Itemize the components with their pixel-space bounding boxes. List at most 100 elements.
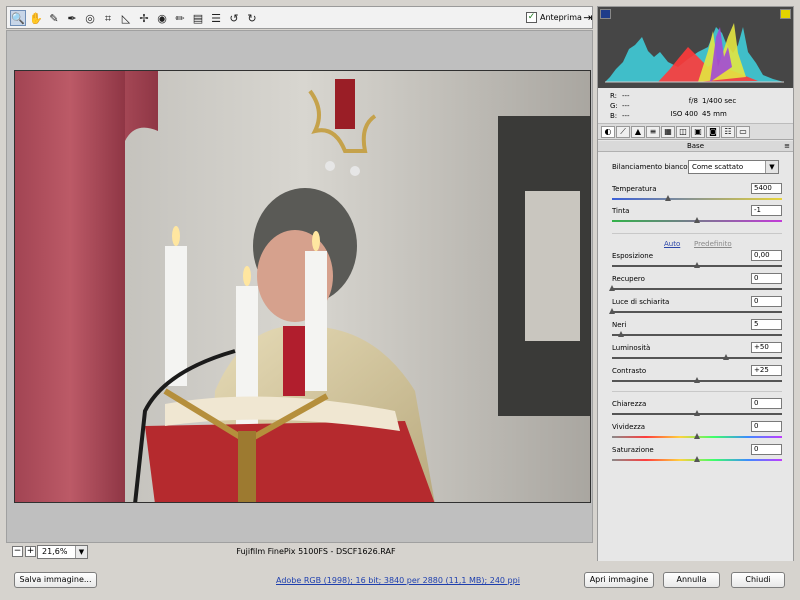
panel-tabs: ◐ ⟋ ▲ ≡ ▦ ◫ ▣ ◙ ☷ ▭ <box>598 124 793 140</box>
fill-light-value-field[interactable]: 0 <box>751 296 782 307</box>
spot-removal-icon[interactable]: ✢ <box>136 10 152 26</box>
contrast-label: Contrasto <box>612 367 647 375</box>
blacks-label: Neri <box>612 321 627 329</box>
blacks-slider-track[interactable] <box>612 334 782 336</box>
graduated-filter-icon[interactable]: ▤ <box>190 10 206 26</box>
tab-effects[interactable]: ▣ <box>691 126 705 138</box>
temperature-label: Temperatura <box>612 185 657 193</box>
cancel-button[interactable]: Annulla <box>663 572 720 588</box>
saturation-control: Saturazione 0 <box>612 444 782 464</box>
camera-filename: Fujifilm FinePix 5100FS - DSCF1626.RAF <box>236 547 396 556</box>
open-image-button[interactable]: Apri immagine <box>584 572 654 588</box>
workflow-options-link[interactable]: Adobe RGB (1998); 16 bit; 3840 per 2880 … <box>276 576 520 585</box>
straighten-icon[interactable]: ◺ <box>118 10 134 26</box>
preferences-icon[interactable]: ☰ <box>208 10 224 26</box>
tab-basic[interactable]: ◐ <box>601 126 615 138</box>
vibrance-slider-thumb[interactable] <box>694 433 701 440</box>
tint-control: Tinta -1 <box>612 205 782 225</box>
blacks-slider-thumb[interactable] <box>617 331 625 338</box>
temperature-control: Temperatura 5400 <box>612 183 782 203</box>
zoom-in-button[interactable]: + <box>25 546 36 557</box>
blue-label: B: <box>610 112 618 120</box>
shadow-clipping-warning-icon[interactable] <box>600 9 611 19</box>
tint-slider-thumb[interactable] <box>694 217 701 224</box>
tab-lens-corrections[interactable]: ◫ <box>676 126 690 138</box>
preview-toggle[interactable]: ✓ Anteprima <box>526 12 582 23</box>
crop-icon[interactable]: ⌗ <box>100 10 116 26</box>
clarity-control: Chiarezza 0 <box>612 398 782 418</box>
close-button[interactable]: Chiudi <box>731 572 785 588</box>
highlight-clipping-warning-icon[interactable] <box>780 9 791 19</box>
contrast-slider-thumb[interactable] <box>694 377 701 384</box>
exposure-control: Esposizione 0,00 <box>612 250 782 270</box>
vibrance-value-field[interactable]: 0 <box>751 421 782 432</box>
hand-icon[interactable]: ✋ <box>28 10 44 26</box>
recovery-control: Recupero 0 <box>609 273 782 293</box>
recovery-slider-thumb[interactable] <box>609 285 616 292</box>
white-balance-value: Come scattato <box>692 163 744 171</box>
red-eye-icon[interactable]: ◉ <box>154 10 170 26</box>
tab-hsl[interactable]: ≡ <box>646 126 660 138</box>
brightness-value-field[interactable]: +50 <box>751 342 782 353</box>
photo-preview[interactable] <box>14 70 591 503</box>
adjustment-brush-icon[interactable]: ✏ <box>172 10 188 26</box>
preview-checkbox[interactable]: ✓ <box>526 12 537 23</box>
exposure-label: Esposizione <box>612 252 654 260</box>
fill-light-control: Luce di schiarita 0 <box>609 296 782 316</box>
zoom-out-button[interactable]: − <box>12 546 23 557</box>
target-adjustment-icon[interactable]: ◎ <box>82 10 98 26</box>
temperature-value-field[interactable]: 5400 <box>751 183 782 194</box>
brightness-slider-track[interactable] <box>612 357 782 359</box>
tint-value-field[interactable]: -1 <box>751 205 782 216</box>
vibrance-label: Vividezza <box>612 423 646 431</box>
fill-light-slider-track[interactable] <box>612 311 782 313</box>
focal-length-value: 45 mm <box>702 110 727 118</box>
tab-snapshots[interactable]: ▭ <box>736 126 750 138</box>
tab-presets[interactable]: ☷ <box>721 126 735 138</box>
green-value: --- <box>622 102 630 110</box>
temperature-slider-thumb[interactable] <box>665 195 672 202</box>
preview-label: Anteprima <box>540 13 582 22</box>
zoom-level-select[interactable]: 21,6% ▼ <box>37 545 88 559</box>
blacks-value-field[interactable]: 5 <box>751 319 782 330</box>
contrast-value-field[interactable]: +25 <box>751 365 782 376</box>
saturation-slider-thumb[interactable] <box>694 456 701 463</box>
saturation-value-field[interactable]: 0 <box>751 444 782 455</box>
section-title: Base <box>686 142 705 150</box>
color-sampler-icon[interactable]: ✒ <box>64 10 80 26</box>
recovery-slider-track[interactable] <box>612 288 782 290</box>
camera-raw-window: 🔍 ✋ ✎ ✒ ◎ ⌗ ◺ ✢ ◉ ✏ ▤ ☰ ↺ ↻ ✓ Anteprima ⇥ <box>0 0 800 600</box>
info-readouts: R: --- G: --- B: --- f/8 1/400 sec ISO 400 45… <box>598 88 793 124</box>
brightness-slider-thumb[interactable] <box>722 354 730 361</box>
tab-split-toning[interactable]: ▦ <box>661 126 675 138</box>
clarity-value-field[interactable]: 0 <box>751 398 782 409</box>
auto-link[interactable]: Auto <box>664 240 680 248</box>
tab-detail[interactable]: ▲ <box>631 126 645 138</box>
tab-camera-calibration[interactable]: ◙ <box>706 126 720 138</box>
exif-readout: f/8 1/400 sec ISO 400 45 mm <box>668 95 740 121</box>
iso-value: ISO 400 <box>670 110 698 118</box>
white-balance-icon[interactable]: ✎ <box>46 10 62 26</box>
saturation-label: Saturazione <box>612 446 654 454</box>
recovery-value-field[interactable]: 0 <box>751 273 782 284</box>
tool-group: 🔍 ✋ ✎ ✒ ◎ ⌗ ◺ ✢ ◉ ✏ ▤ ☰ ↺ ↻ <box>10 10 260 26</box>
histogram <box>598 7 793 88</box>
fill-light-label: Luce di schiarita <box>612 298 670 306</box>
white-balance-select[interactable]: Come scattato ▼ <box>688 160 779 174</box>
exposure-slider-thumb[interactable] <box>694 262 701 269</box>
save-image-button[interactable]: Salva immagine... <box>14 572 97 588</box>
rotate-left-icon[interactable]: ↺ <box>226 10 242 26</box>
temperature-slider-track[interactable] <box>612 198 782 200</box>
fullscreen-icon[interactable]: ⇥ <box>581 11 595 25</box>
fill-light-slider-thumb[interactable] <box>609 308 616 315</box>
exposure-value-field[interactable]: 0,00 <box>751 250 782 261</box>
toolbar: 🔍 ✋ ✎ ✒ ◎ ⌗ ◺ ✢ ◉ ✏ ▤ ☰ ↺ ↻ ✓ Anteprima ⇥ <box>6 6 593 29</box>
rotate-right-icon[interactable]: ↻ <box>244 10 260 26</box>
section-menu-icon[interactable]: ≡ <box>784 141 790 152</box>
default-link[interactable]: Predefinito <box>694 240 732 248</box>
image-preview-area[interactable] <box>6 30 593 543</box>
zoom-icon[interactable]: 🔍 <box>10 10 26 26</box>
divider <box>612 391 782 392</box>
tab-tone-curve[interactable]: ⟋ <box>616 126 630 138</box>
clarity-slider-thumb[interactable] <box>694 410 701 417</box>
